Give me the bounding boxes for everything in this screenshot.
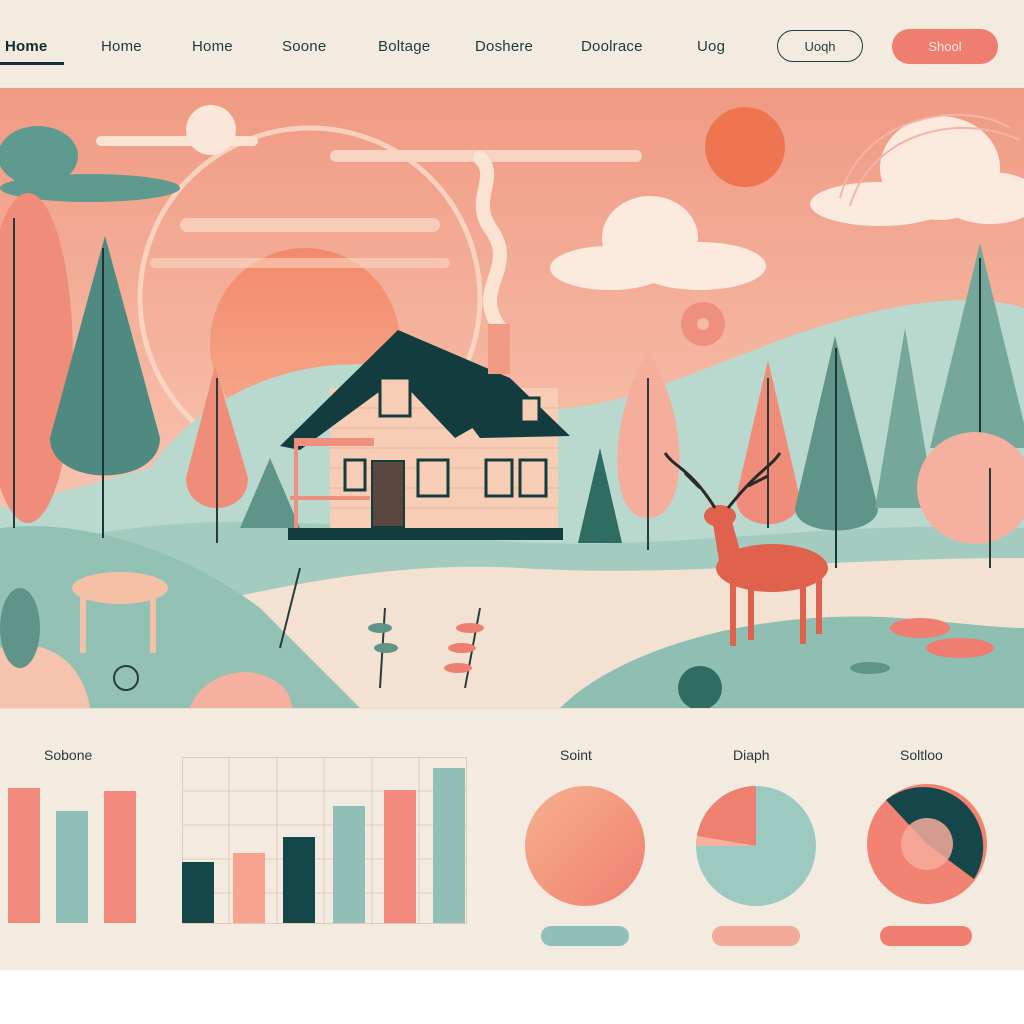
outline-button[interactable]: Uoqh [777, 30, 863, 62]
orange-sun [705, 107, 785, 187]
dashboard-panel: Sobone Soint Diaph Soltloo [0, 708, 1024, 971]
nav-item-doshere[interactable]: Doshere [475, 38, 533, 55]
pie-pill-button-soint[interactable] [541, 926, 629, 946]
primary-button[interactable]: Shool [892, 29, 998, 64]
grid-chart-bar [233, 853, 265, 923]
nav-item-boltage[interactable]: Boltage [378, 38, 430, 55]
nav-item-soone[interactable]: Soone [282, 38, 326, 55]
pie-chart-diaph [696, 786, 816, 906]
page-footer-area [0, 970, 1024, 1024]
nav-item-doolrace[interactable]: Doolrace [581, 38, 643, 55]
grid-chart-bar [433, 768, 465, 923]
grid-chart-gridlines [182, 757, 467, 924]
nav-item-home-2[interactable]: Home [101, 38, 142, 55]
pie-slice [525, 786, 645, 906]
nav-item-uog[interactable]: Uog [697, 38, 725, 55]
pie-pill-button-diaph[interactable] [712, 926, 800, 946]
active-nav-underline [0, 62, 64, 65]
pie-slice [697, 786, 756, 846]
nav-item-home-3[interactable]: Home [192, 38, 233, 55]
bar-chart-bar [56, 811, 88, 923]
pie-title-soint: Soint [560, 747, 592, 763]
top-navigation: Home Home Home Soone Boltage Doshere Doo… [0, 0, 1024, 88]
nav-item-home[interactable]: Home [5, 38, 47, 55]
hero-illustration [0, 88, 1024, 708]
pie-title-soltloo: Soltloo [900, 747, 943, 763]
forest-scene-image [0, 88, 1024, 708]
grid-chart-bar [333, 806, 365, 923]
pie-pill-button-soltloo[interactable] [880, 926, 972, 946]
donut-chart-soltloo [867, 784, 987, 904]
grid-chart-bar [182, 862, 214, 923]
pie-title-diaph: Diaph [733, 747, 770, 763]
pie-chart-soint [525, 786, 645, 906]
grid-chart-bar [283, 837, 315, 923]
bar-chart-title: Sobone [44, 747, 93, 763]
donut-hole [901, 818, 953, 870]
bar-chart-bar [104, 791, 136, 923]
bar-chart-bar [8, 788, 40, 923]
grid-chart-bar [384, 790, 416, 923]
